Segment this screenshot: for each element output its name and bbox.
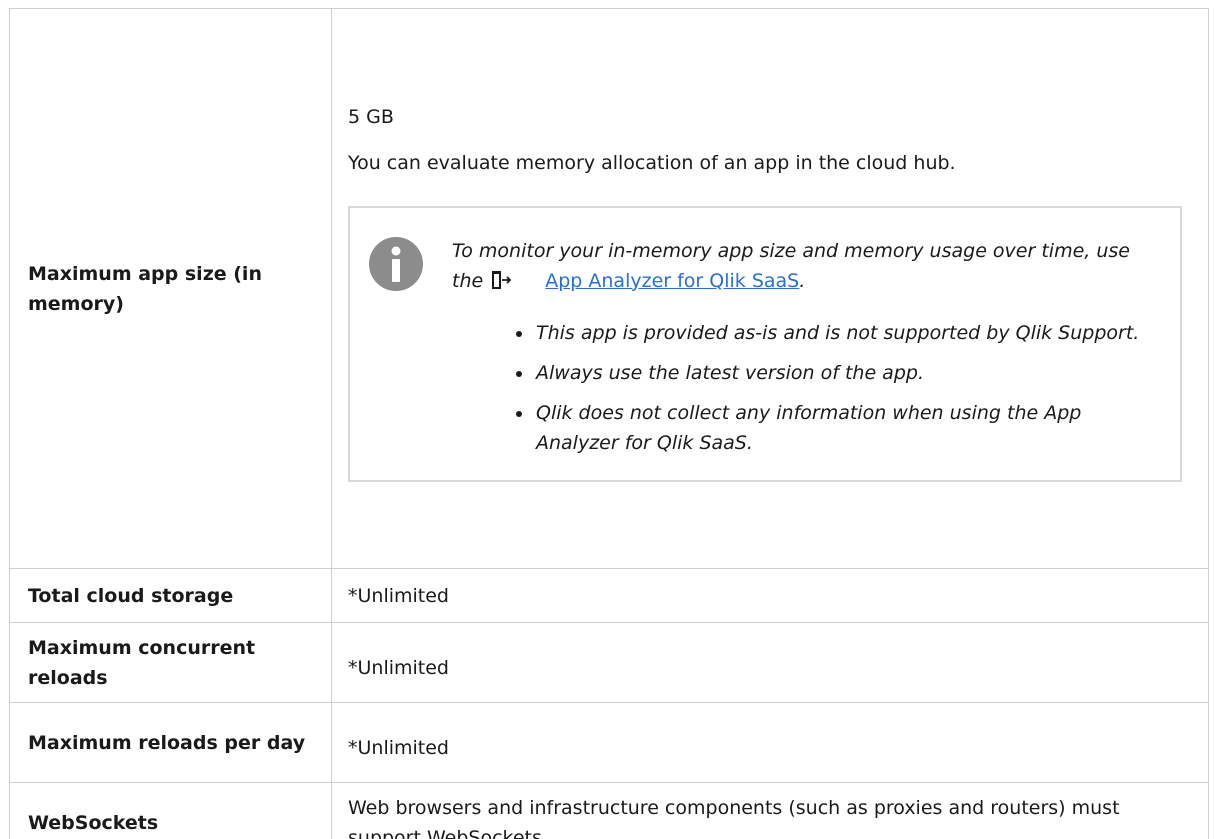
row-value: *Unlimited [331,702,1209,783]
table-row: Maximum app size (in memory) 5 GB You ca… [9,8,1209,569]
external-link-icon [492,270,512,289]
note-box: To monitor your in-memory app size and m… [348,205,1182,482]
row-value: 5 GB You can evaluate memory allocation … [331,8,1209,569]
app-analyzer-link[interactable]: App Analyzer for Qlik SaaS [517,270,799,292]
list-item: Qlik does not collect any information wh… [516,398,1160,458]
limits-table: Maximum app size (in memory) 5 GB You ca… [9,8,1209,839]
row-label: Maximum reloads per day [9,702,332,783]
note-body: To monitor your in-memory app size and m… [452,236,1160,458]
row-label: Maximum concurrent reloads [9,622,332,703]
row-value: *Unlimited [331,622,1209,703]
row-label: WebSockets [9,782,332,839]
table-row: Total cloud storage *Unlimited [9,568,1209,623]
app-size-value: 5 GB [348,105,394,128]
info-icon [369,236,423,291]
note-bullet-list: This app is provided as-is and is not su… [452,318,1160,458]
note-text-after-link: . [799,269,806,292]
app-size-description: You can evaluate memory allocation of an… [348,151,956,174]
page: Maximum app size (in memory) 5 GB You ca… [0,0,1215,839]
table-row: WebSockets Web browsers and infrastructu… [9,782,1209,839]
table-row: Maximum concurrent reloads *Unlimited [9,622,1209,703]
row-value: *Unlimited [331,568,1209,623]
list-item: Always use the latest version of the app… [516,358,1160,388]
table-row: Maximum reloads per day *Unlimited [9,702,1209,783]
list-item: This app is provided as-is and is not su… [516,318,1160,348]
row-label: Total cloud storage [9,568,332,623]
row-label: Maximum app size (in memory) [9,8,332,569]
note-text: To monitor your in-memory app size and m… [452,236,1160,296]
row-value: Web browsers and infrastructure componen… [331,782,1209,839]
app-analyzer-link-text: App Analyzer for Qlik SaaS [545,269,800,292]
